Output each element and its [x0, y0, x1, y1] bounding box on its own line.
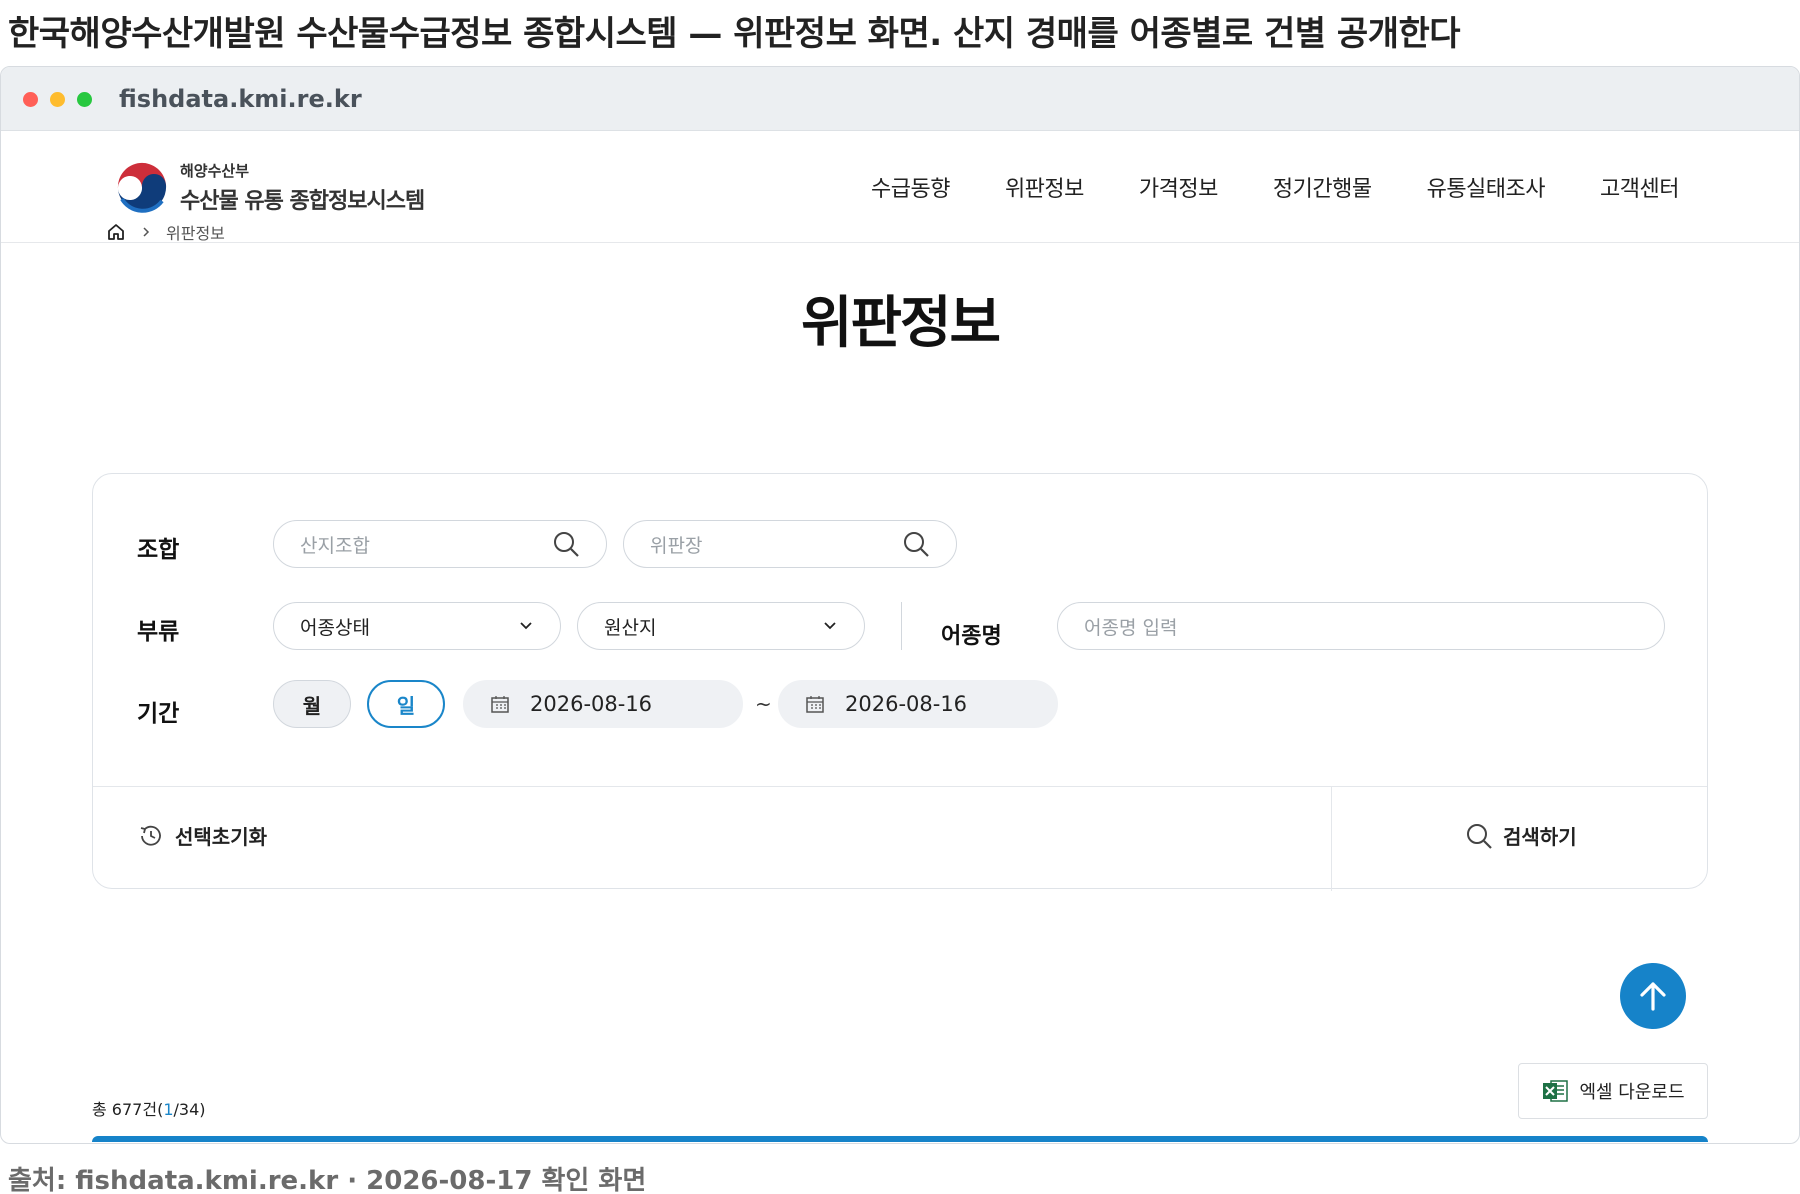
taegeuk-emblem-icon [116, 161, 168, 213]
site-header: 해양수산부 수산물 유통 종합정보시스템 수급동향 위판정보 가격정보 정기간행… [1, 131, 1799, 243]
search-icon[interactable] [552, 530, 580, 558]
arrow-up-icon [1640, 982, 1666, 1011]
filter-divider [901, 602, 902, 650]
calendar-icon [491, 696, 509, 713]
month-toggle-button[interactable]: 월 [273, 680, 351, 728]
calendar-icon [806, 696, 824, 713]
breadcrumb: 위판정보 [106, 220, 225, 244]
category-label: 부류 [137, 619, 180, 645]
close-window-dot[interactable] [23, 92, 38, 107]
excel-download-button[interactable]: 엑셀 다운로드 [1518, 1063, 1708, 1119]
union-search-input[interactable]: 산지조합 [273, 520, 607, 568]
chevron-down-icon [520, 622, 532, 630]
browser-titlebar: fishdata.kmi.re.kr [1, 67, 1799, 131]
excel-icon [1543, 1080, 1569, 1102]
home-icon[interactable] [106, 222, 126, 242]
results-table-header-edge [92, 1136, 1708, 1142]
address-url[interactable]: fishdata.kmi.re.kr [119, 85, 362, 113]
nav-publications[interactable]: 정기간행물 [1273, 171, 1372, 203]
fish-name-input[interactable]: 어종명 입력 [1057, 602, 1665, 650]
page-title: 위판정보 [800, 291, 1001, 356]
article-headline: 한국해양수산개발원 수산물수급정보 종합시스템 — 위판정보 화면. 산지 경매… [8, 14, 1461, 54]
main-navigation: 수급동향 위판정보 가격정보 정기간행물 유통실태조사 고객센터 [871, 171, 1680, 203]
breadcrumb-current: 위판정보 [166, 224, 225, 243]
search-panel-footer: 선택초기화 검색하기 [93, 786, 1707, 891]
current-page-number: 1 [163, 1100, 174, 1119]
footer-divider [1331, 787, 1332, 891]
union-label: 조합 [137, 537, 180, 563]
date-to-input[interactable]: 2026-08-16 [778, 680, 1058, 728]
logo-subtitle: 해양수산부 [180, 161, 250, 180]
fish-state-select[interactable]: 어종상태 [273, 602, 561, 650]
nav-auction-info[interactable]: 위판정보 [1005, 171, 1084, 203]
fish-name-label: 어종명 [941, 624, 1002, 649]
chevron-right-icon [143, 227, 150, 237]
site-logo[interactable]: 해양수산부 수산물 유통 종합정보시스템 [114, 159, 425, 215]
nav-supply-trend[interactable]: 수급동향 [871, 171, 950, 203]
chevron-down-icon [824, 622, 836, 630]
nav-price-info[interactable]: 가격정보 [1139, 171, 1218, 203]
search-icon[interactable] [902, 530, 930, 558]
date-range-separator: ~ [755, 692, 772, 716]
origin-select[interactable]: 원산지 [577, 602, 865, 650]
result-count: 총 677건(1/34) [92, 1100, 206, 1119]
search-icon [1467, 823, 1492, 849]
market-search-input[interactable]: 위판장 [623, 520, 957, 568]
source-caption: 출처: fishdata.kmi.re.kr · 2026-08-17 확인 화… [8, 1166, 647, 1194]
search-filter-panel: 조합 산지조합 위판장 부류 어종상태 원산지 어종명 어종명 입력 기간 월 … [92, 473, 1708, 891]
period-label: 기간 [137, 701, 180, 727]
search-submit-button[interactable]: 검색하기 [1465, 821, 1577, 850]
day-toggle-button[interactable]: 일 [367, 680, 445, 728]
date-from-input[interactable]: 2026-08-16 [463, 680, 743, 728]
logo-title: 수산물 유통 종합정보시스템 [180, 188, 425, 214]
history-reset-icon [140, 825, 161, 846]
reset-selection-button[interactable]: 선택초기화 [137, 821, 267, 850]
minimize-window-dot[interactable] [50, 92, 65, 107]
nav-distribution-survey[interactable]: 유통실태조사 [1427, 171, 1546, 203]
maximize-window-dot[interactable] [77, 92, 92, 107]
nav-customer-center[interactable]: 고객센터 [1600, 171, 1679, 203]
scroll-to-top-button[interactable] [1620, 963, 1686, 1029]
